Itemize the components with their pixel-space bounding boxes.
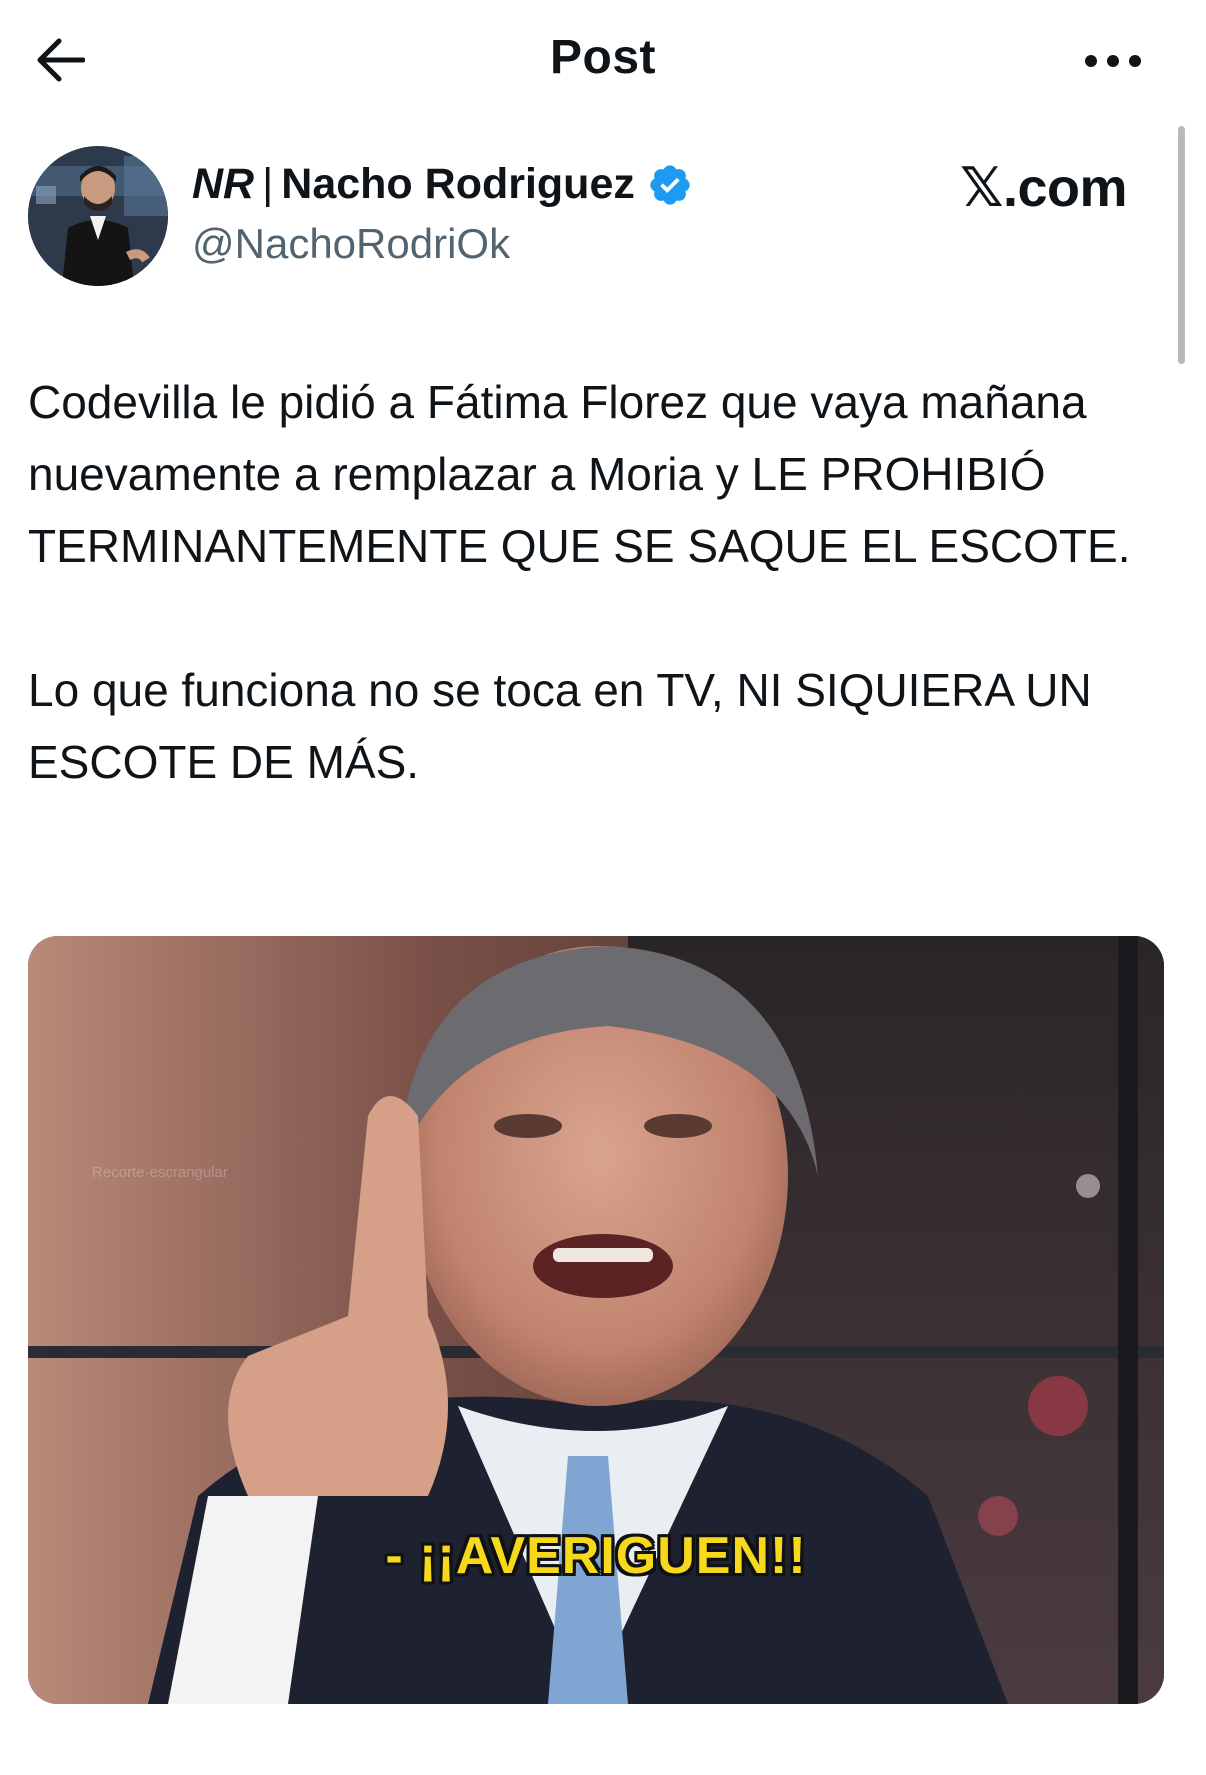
media-watermark: Recorte·escrangular [92,1164,228,1181]
author-name[interactable]: NR | Nacho Rodriguez [192,160,693,209]
scrollbar[interactable] [1178,126,1185,364]
tweet-text: Codevilla le pidió a Fátima Florez que v… [28,366,1158,798]
author-name-prefix: NR [192,160,255,208]
tweet-paragraph: Lo que funciona no se toca en TV, NI SIQ… [28,664,1092,788]
author-handle[interactable]: @NachoRodriOk [192,220,510,268]
page-title: Post [549,31,656,84]
verified-badge-icon [650,164,690,205]
avatar[interactable] [28,146,168,286]
tweet-paragraph: Codevilla le pidió a Fátima Florez que v… [28,376,1131,572]
media-photo [28,936,1164,1704]
author-name-separator: | [262,160,274,208]
author-display-name: Nacho Rodriguez [281,160,635,208]
source-watermark: 𝕏.com [960,158,1128,218]
tweet-media-image[interactable]: Recorte·escrangular - ¡¡AVERIGUEN!! [28,936,1164,1704]
more-options-button[interactable] [1078,36,1148,86]
more-horizontal-icon [1085,55,1141,67]
avatar-photo [28,146,168,286]
top-navigation-bar: Post [0,0,1206,120]
media-subtitle: - ¡¡AVERIGUEN!! [385,1527,807,1585]
